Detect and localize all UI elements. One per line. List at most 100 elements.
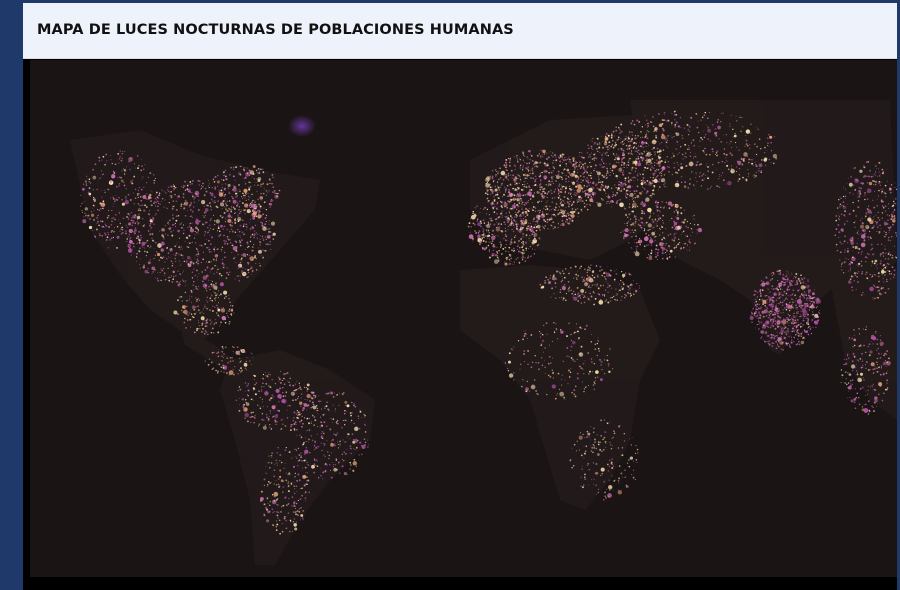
city-light-dot — [171, 207, 174, 210]
city-light-dot — [637, 145, 640, 148]
city-light-dot — [618, 126, 620, 129]
city-light-dot — [750, 123, 752, 125]
city-light-dot — [662, 245, 664, 247]
city-light-dot — [585, 194, 587, 196]
city-light-dot — [697, 161, 699, 163]
city-light-dot — [580, 167, 582, 170]
city-light-dot — [298, 413, 301, 416]
city-light-dot — [626, 181, 628, 183]
city-light-dot — [144, 210, 146, 212]
city-light-dot — [631, 168, 633, 170]
city-light-dot — [600, 299, 602, 301]
city-light-dot — [536, 178, 538, 180]
city-light-dot — [707, 177, 710, 180]
city-light-dot — [684, 155, 686, 158]
city-light-dot — [108, 210, 110, 212]
city-light-dot — [95, 237, 96, 239]
city-light-dot — [214, 265, 217, 267]
city-light-dot — [533, 184, 535, 187]
city-light-dot — [302, 519, 304, 521]
city-light-dot — [611, 195, 613, 197]
city-light-dot — [658, 186, 661, 188]
city-light-dot — [135, 222, 137, 224]
city-light-dot — [81, 187, 85, 191]
city-light-dot — [107, 214, 110, 217]
city-light-dot — [673, 228, 676, 230]
city-light-dot — [590, 145, 593, 148]
city-light-dot — [549, 180, 550, 182]
city-light-dot — [717, 161, 720, 164]
city-light-dot — [718, 178, 720, 180]
city-light-dot — [654, 230, 656, 232]
city-light-dot — [517, 207, 519, 209]
city-light-dot — [684, 143, 687, 146]
city-light-dot — [121, 170, 122, 172]
city-light-dot — [620, 130, 623, 133]
city-light-dot — [344, 452, 347, 455]
city-light-dot — [269, 243, 271, 246]
city-light-dot — [758, 168, 760, 170]
city-light-dot — [246, 276, 249, 279]
city-light-dot — [617, 155, 620, 157]
city-light-dot — [580, 175, 582, 177]
city-light-dot — [513, 197, 515, 199]
city-light-dot — [287, 380, 289, 382]
city-light-dot — [306, 393, 311, 399]
city-light-dot — [653, 125, 655, 127]
city-light-dot — [161, 241, 163, 243]
city-light-dot — [618, 128, 620, 130]
city-light-dot — [504, 166, 507, 169]
city-light-dot — [295, 513, 297, 516]
city-light-dot — [248, 196, 251, 199]
city-light-dot — [520, 215, 522, 218]
city-light-dot — [658, 164, 660, 167]
city-light-dot — [546, 208, 549, 210]
city-light-dot — [206, 221, 208, 223]
city-light-dot — [505, 158, 508, 161]
city-light-dot — [626, 166, 628, 169]
city-light-dot — [600, 360, 603, 364]
city-light-dot — [166, 207, 168, 209]
city-light-dot — [199, 220, 201, 222]
city-light-dot — [208, 358, 211, 360]
city-light-dot — [265, 208, 268, 211]
city-light-dot — [268, 398, 271, 401]
city-light-dot — [607, 134, 610, 137]
city-light-dot — [680, 126, 682, 128]
city-light-dot — [211, 327, 214, 330]
city-light-dot — [493, 211, 496, 213]
city-light-dot — [229, 173, 231, 176]
city-light-dot — [677, 243, 680, 246]
city-light-dot — [543, 196, 545, 198]
city-light-dot — [353, 438, 359, 444]
city-light-dot — [627, 177, 630, 179]
city-light-dot — [244, 209, 247, 211]
city-light-dot — [155, 277, 156, 279]
city-light-dot — [304, 398, 306, 401]
city-light-dot — [137, 224, 139, 226]
city-light-dot — [251, 226, 254, 229]
city-light-dot — [530, 366, 533, 369]
city-light-dot — [244, 417, 246, 419]
city-light-dot — [244, 351, 246, 353]
city-light-dot — [699, 140, 701, 142]
city-light-dot — [596, 187, 598, 189]
city-light-dot — [558, 174, 560, 176]
city-light-dot — [153, 217, 155, 219]
city-light-dot — [285, 479, 288, 482]
city-light-dot — [266, 498, 268, 500]
city-light-dot — [649, 169, 652, 171]
city-light-dot — [714, 131, 718, 135]
city-light-dot — [716, 121, 719, 123]
city-light-dot — [104, 191, 106, 194]
city-light-dot — [581, 200, 584, 202]
city-light-dot — [607, 286, 609, 289]
city-light-dot — [95, 217, 98, 219]
city-light-dot — [492, 180, 495, 183]
city-light-dot — [546, 200, 548, 202]
city-light-dot — [92, 204, 95, 207]
city-light-dot — [596, 201, 598, 204]
city-light-dot — [314, 396, 316, 398]
city-light-dot — [303, 385, 305, 387]
city-light-dot — [156, 278, 159, 280]
